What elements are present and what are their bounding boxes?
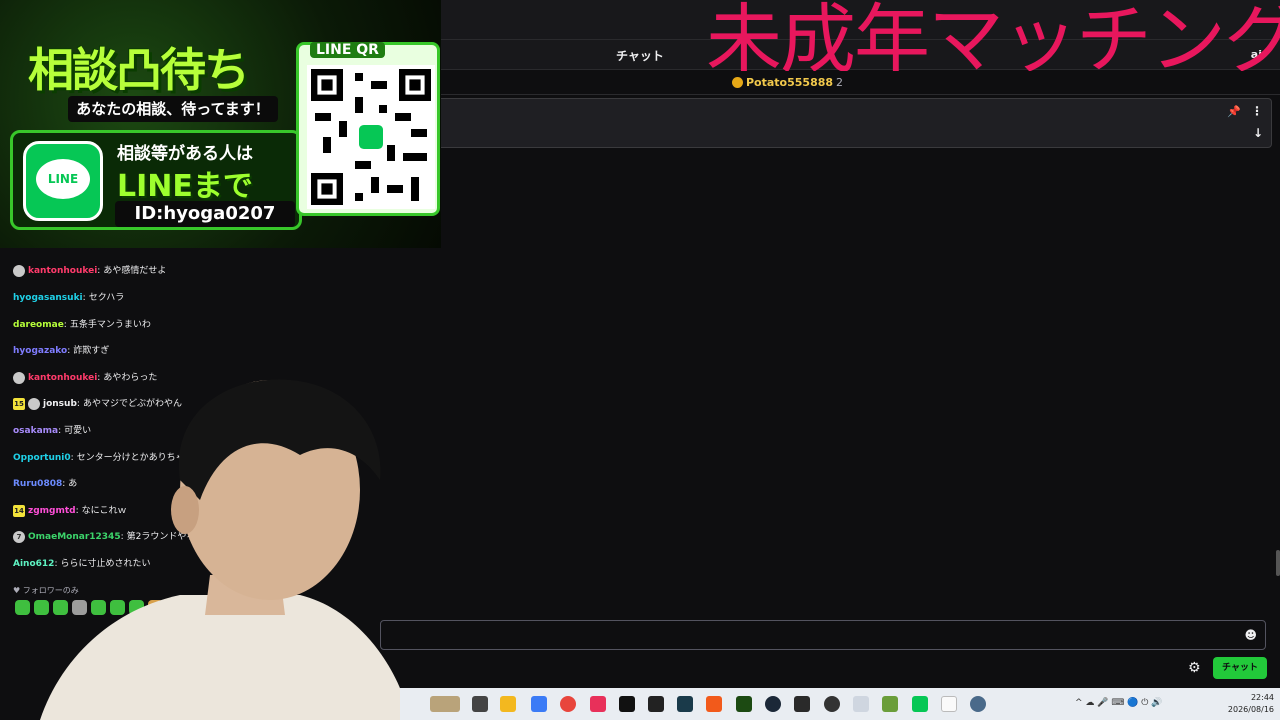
clock-time: 22:44 [1250, 693, 1274, 702]
pinned-message-panel: 📌 ⋮ ↓ [440, 98, 1272, 148]
taskbar-app-icon[interactable] [794, 696, 810, 712]
coin-icon [732, 77, 743, 88]
line-logo-icon: LINE [23, 141, 103, 221]
pin-icon[interactable]: 📌 [1227, 105, 1241, 118]
promo-subtitle: あなたの相談、待ってます！ [68, 96, 278, 122]
taskbar-app-icon[interactable] [677, 696, 693, 712]
qr-code-panel [296, 42, 440, 216]
line-logo-text: LINE [36, 159, 90, 199]
chat-title: チャット [616, 49, 664, 63]
taskbar-app-icon[interactable] [430, 696, 460, 712]
taskbar-app-icon[interactable] [472, 696, 488, 712]
minecraft-icon[interactable] [882, 696, 898, 712]
system-tray-icons[interactable]: ^ ☁ 🎤 ⌨ 🔵 ⏻ 🔊 [1075, 698, 1162, 708]
promo-line-text: LINEまで [117, 169, 253, 204]
settings-app-icon[interactable] [970, 696, 986, 712]
line-app-icon[interactable] [912, 696, 928, 712]
chat-message[interactable]: hyogazako: 詐欺すぎ [13, 343, 109, 359]
promo-contact-box: LINE 相談等がある人は LINEまで ID:hyoga0207 [10, 130, 302, 230]
chat-text: 詐欺すぎ [73, 346, 110, 356]
arrow-down-icon[interactable]: ↓ [1253, 126, 1263, 140]
taskbar-clock[interactable]: 22:44 2026/08/16 [1222, 692, 1274, 716]
chat-text: あや感情だせよ [103, 266, 167, 276]
brave-icon[interactable] [706, 696, 722, 712]
streamer-camera [40, 379, 410, 720]
chat-username[interactable]: dareomae [13, 317, 64, 333]
chat-message[interactable]: kantonhoukei: あや感情だせよ [13, 263, 166, 279]
scrollbar-thumb[interactable] [1276, 550, 1280, 576]
chat-input[interactable]: ☻ [380, 620, 1266, 650]
obs-icon[interactable] [824, 696, 840, 712]
qr-label: LINE QR [310, 42, 385, 58]
gear-icon[interactable]: ⚙ [1188, 660, 1201, 676]
leaderboard-user: Potato555888 [746, 76, 834, 89]
taskbar-app-icon[interactable] [736, 696, 752, 712]
taskbar-app-icon[interactable] [941, 696, 957, 712]
tiktok-icon[interactable] [619, 696, 635, 712]
chat-text: セクハラ [88, 293, 125, 303]
leaderboard-count: 2 [836, 76, 844, 89]
taskbar-app-icon[interactable] [853, 696, 869, 712]
chat-username[interactable]: kantonhoukei [28, 263, 97, 279]
stream-screen: チャット ai 未成年マッチング Potato555888 2 📌 ⋮ ↓ ka… [0, 0, 1280, 720]
promo-line-id: ID:hyoga0207 [115, 201, 295, 227]
avatar-badge-icon [13, 265, 25, 277]
chat-message[interactable]: hyogasansuki: セクハラ [13, 290, 124, 306]
taskbar-app-icon[interactable] [648, 696, 664, 712]
chrome-icon[interactable] [560, 696, 576, 712]
taskbar-app-icon[interactable] [590, 696, 606, 712]
promo-title: 相談凸待ち [28, 43, 250, 97]
send-chat-button[interactable]: チャット [1213, 657, 1267, 679]
leaderboard-item[interactable]: Potato555888 2 [732, 76, 843, 89]
qr-code [307, 65, 435, 209]
folder-icon[interactable] [500, 696, 516, 712]
chat-username[interactable]: hyogasansuki [13, 290, 83, 306]
chat-username[interactable]: hyogazako [13, 343, 67, 359]
clock-date: 2026/08/16 [1227, 705, 1274, 714]
chat-text: 五条手マンうまいわ [69, 320, 151, 330]
line-promo-banner: 相談凸待ち あなたの相談、待ってます！ LINE 相談等がある人は LINEまで… [0, 0, 441, 248]
smile-icon[interactable]: ☻ [1244, 628, 1257, 642]
taskbar: ^ ☁ 🎤 ⌨ 🔵 ⏻ 🔊 22:44 2026/08/16 [400, 688, 1280, 720]
taskbar-app-icon[interactable] [531, 696, 547, 712]
more-options-icon[interactable]: ⋮ [1251, 104, 1263, 118]
chat-message[interactable]: dareomae: 五条手マンうまいわ [13, 317, 151, 333]
steam-icon[interactable] [765, 696, 781, 712]
